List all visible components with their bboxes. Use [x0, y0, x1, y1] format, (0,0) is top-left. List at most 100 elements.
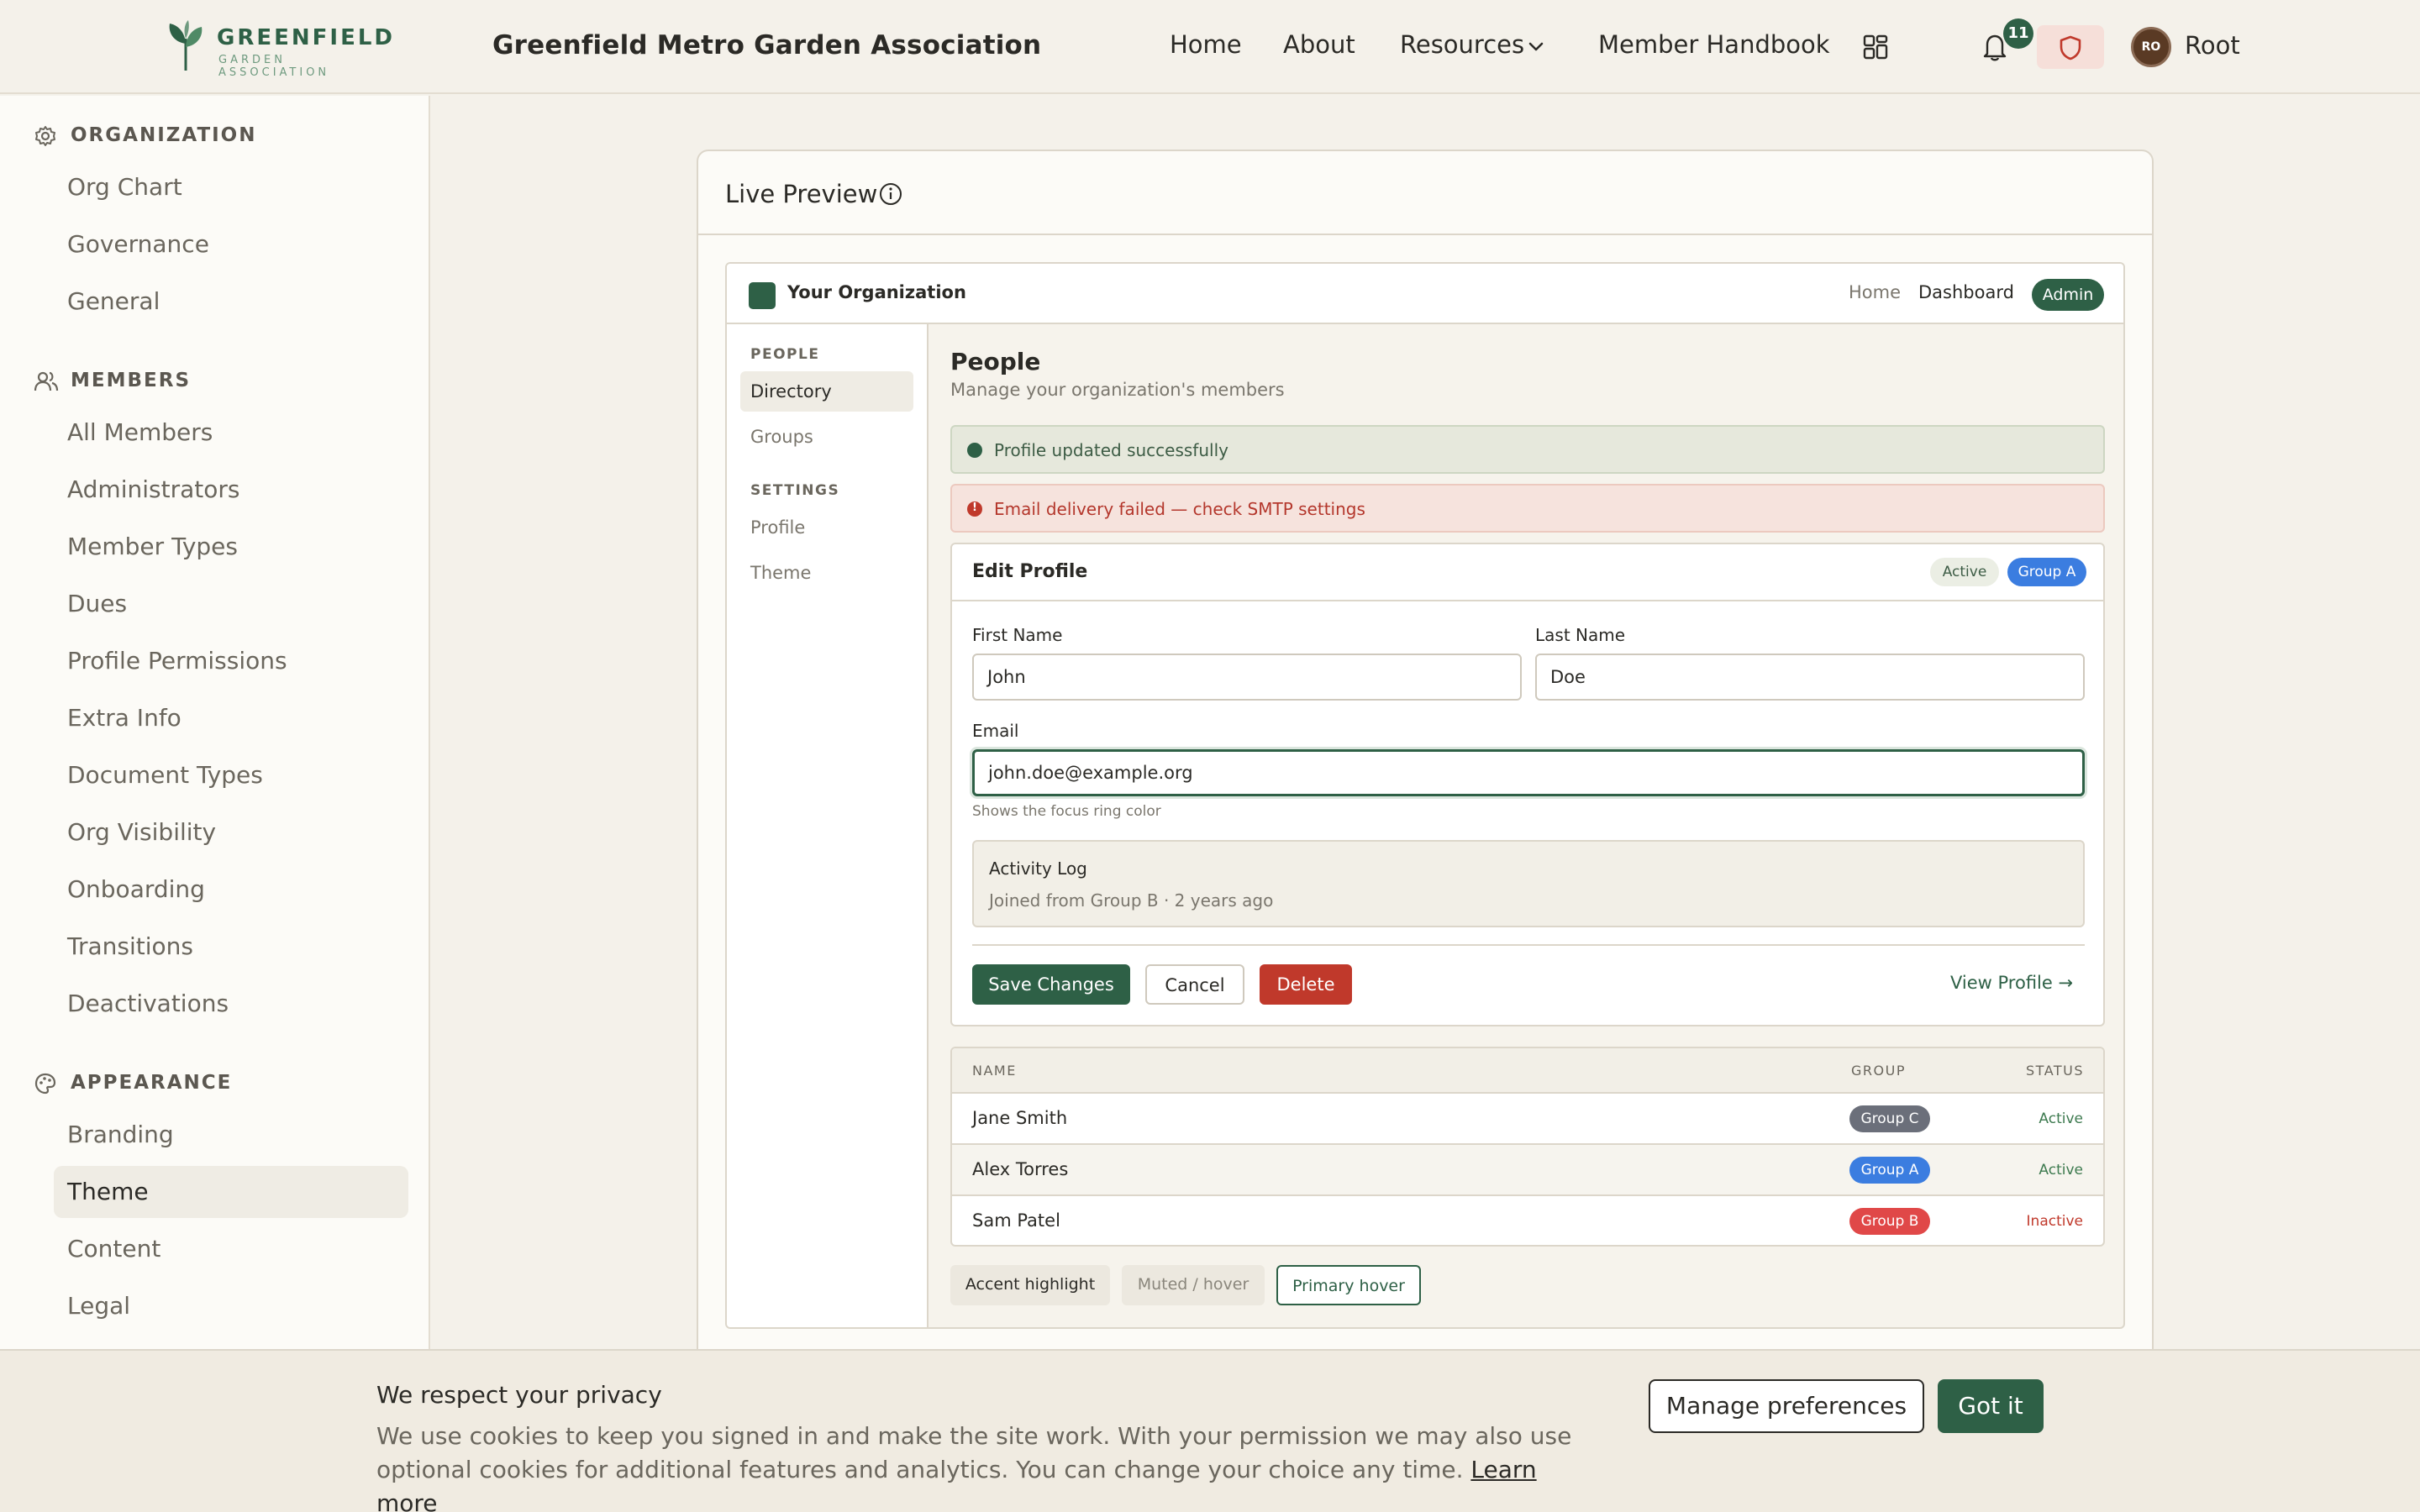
column-header-group[interactable]: GROUP: [1851, 1063, 1906, 1079]
email-hint: Shows the focus ring color: [972, 803, 1161, 820]
sidebar-item-dues[interactable]: Dues: [54, 578, 408, 630]
preview-org-name: Your Organization: [787, 282, 966, 302]
column-header-status[interactable]: STATUS: [2026, 1063, 2084, 1079]
logo-wordmark: GREENFIELD: [217, 25, 395, 50]
table-row[interactable]: Jane Smith Group C Active: [952, 1094, 2103, 1145]
sidebar-item-legal[interactable]: Legal: [54, 1280, 408, 1332]
member-status: Active: [2039, 1110, 2083, 1127]
chevron-down-icon[interactable]: [1525, 35, 1547, 57]
sidebar-item-administrators[interactable]: Administrators: [54, 464, 408, 516]
delete-button[interactable]: Delete: [1260, 964, 1352, 1005]
accent-highlight-chip: Accent highlight: [950, 1265, 1110, 1305]
panel-header: Live Preview: [698, 151, 2152, 235]
save-changes-button[interactable]: Save Changes: [972, 964, 1130, 1005]
preview-sidebar-item-directory[interactable]: Directory: [740, 371, 913, 412]
users-icon: [34, 371, 59, 391]
table-row[interactable]: Alex Torres Group A Active: [952, 1145, 2103, 1196]
sidebar-item-profile-permissions[interactable]: Profile Permissions: [54, 635, 408, 687]
panel-title: Live Preview: [725, 180, 878, 208]
preview-header: Your Organization Home Dashboard Admin: [727, 264, 2123, 324]
info-icon[interactable]: [878, 181, 903, 207]
email-field[interactable]: john.doe@example.org: [972, 749, 2085, 796]
email-label: Email: [972, 721, 1019, 741]
gear-icon: [35, 126, 55, 146]
accept-cookies-button[interactable]: Got it: [1938, 1379, 2044, 1433]
error-exclamation-icon: [967, 485, 982, 532]
first-name-field[interactable]: John: [972, 654, 1522, 701]
success-alert: Profile updated successfully: [950, 425, 2105, 474]
sidebar-item-governance[interactable]: Governance: [54, 218, 408, 270]
last-name-field[interactable]: Doe: [1535, 654, 2085, 701]
preview-admin-pill[interactable]: Admin: [2032, 279, 2104, 311]
sidebar-item-deactivations[interactable]: Deactivations: [54, 978, 408, 1030]
nav-resources[interactable]: Resources: [1400, 30, 1524, 59]
manage-preferences-button[interactable]: Manage preferences: [1649, 1379, 1924, 1433]
preview-sidebar: PEOPLE Directory Groups SETTINGS Profile…: [727, 324, 929, 1327]
site-logo[interactable]: GREENFIELD GARDEN ASSOCIATION: [165, 18, 400, 79]
preview-nav-home[interactable]: Home: [1849, 282, 1901, 302]
preview-page-title: People: [950, 348, 1041, 375]
error-alert-text: Email delivery failed — check SMTP setti…: [994, 499, 1365, 519]
top-bar: GREENFIELD GARDEN ASSOCIATION Greenfield…: [0, 0, 2420, 94]
member-name: Jane Smith: [972, 1108, 1068, 1128]
avatar[interactable]: RO: [2131, 27, 2171, 67]
settings-sidebar: ORGANIZATION Org Chart Governance Genera…: [0, 96, 430, 1356]
preview-page-subtitle: Manage your organization's members: [950, 380, 1285, 400]
sidebar-item-general[interactable]: General: [54, 276, 408, 328]
cookie-consent-banner: We respect your privacy We use cookies t…: [0, 1349, 2420, 1512]
sidebar-item-onboarding[interactable]: Onboarding: [54, 864, 408, 916]
table-row[interactable]: Sam Patel Group B Inactive: [952, 1196, 2103, 1245]
theme-preview-frame: Your Organization Home Dashboard Admin P…: [725, 262, 2125, 1329]
admin-shield-button[interactable]: [2037, 25, 2104, 69]
notification-count-badge: 11: [2003, 18, 2033, 49]
activity-log: Activity Log Joined from Group B · 2 yea…: [972, 840, 2085, 927]
cookie-title: We respect your privacy: [376, 1381, 662, 1409]
preview-section-settings: SETTINGS: [750, 482, 840, 499]
nav-home[interactable]: Home: [1170, 30, 1242, 59]
error-alert: Email delivery failed — check SMTP setti…: [950, 484, 2105, 533]
user-name[interactable]: Root: [2185, 31, 2240, 60]
muted-hover-chip: Muted / hover: [1122, 1265, 1265, 1305]
group-pill: Group B: [1849, 1208, 1930, 1235]
live-preview-panel: Live Preview Your Organization Home Dash…: [697, 150, 2154, 1410]
sidebar-item-member-types[interactable]: Member Types: [54, 521, 408, 573]
sidebar-item-org-visibility[interactable]: Org Visibility: [54, 806, 408, 858]
member-name: Alex Torres: [972, 1159, 1069, 1179]
apps-grid-icon[interactable]: [1862, 34, 1889, 60]
preview-sidebar-item-theme[interactable]: Theme: [740, 553, 913, 593]
member-status: Active: [2039, 1162, 2083, 1179]
view-profile-link[interactable]: View Profile →: [1950, 973, 2073, 993]
edit-profile-card: Edit Profile Active Group A First Name J…: [950, 543, 2105, 1026]
group-pill: Group A: [1849, 1157, 1930, 1184]
sidebar-item-org-chart[interactable]: Org Chart: [54, 161, 408, 213]
sidebar-item-branding[interactable]: Branding: [54, 1109, 408, 1161]
first-name-label: First Name: [972, 625, 1063, 645]
sidebar-item-transitions[interactable]: Transitions: [54, 921, 408, 973]
sidebar-item-extra-info[interactable]: Extra Info: [54, 692, 408, 744]
sprout-logo-icon: [169, 20, 203, 71]
nav-member-handbook[interactable]: Member Handbook: [1598, 30, 1830, 59]
preview-section-people: PEOPLE: [750, 346, 820, 363]
success-alert-text: Profile updated successfully: [994, 440, 1228, 460]
column-header-name[interactable]: NAME: [972, 1063, 1017, 1079]
cookie-text: We use cookies to keep you signed in and…: [376, 1420, 1603, 1512]
sidebar-item-content[interactable]: Content: [54, 1223, 408, 1275]
group-badge: Group A: [2007, 558, 2086, 586]
divider: [972, 944, 2085, 946]
sidebar-section-title: APPEARANCE: [71, 1072, 233, 1094]
sidebar-item-document-types[interactable]: Document Types: [54, 749, 408, 801]
preview-sidebar-item-profile[interactable]: Profile: [740, 507, 913, 548]
cancel-button[interactable]: Cancel: [1145, 964, 1244, 1005]
preview-sidebar-item-groups[interactable]: Groups: [740, 417, 913, 457]
activity-log-entry: Joined from Group B · 2 years ago: [989, 890, 1274, 911]
shield-icon: [2060, 35, 2081, 60]
cookie-body: We use cookies to keep you signed in and…: [376, 1422, 1572, 1483]
primary-hover-chip: Primary hover: [1276, 1265, 1421, 1305]
nav-about[interactable]: About: [1283, 30, 1355, 59]
preview-nav-dashboard[interactable]: Dashboard: [1918, 282, 2014, 302]
status-badge: Active: [1930, 558, 1999, 586]
sidebar-section-title: ORGANIZATION: [71, 124, 257, 146]
sidebar-section-title: MEMBERS: [71, 370, 192, 391]
sidebar-item-all-members[interactable]: All Members: [54, 407, 408, 459]
sidebar-item-theme[interactable]: Theme: [54, 1166, 408, 1218]
